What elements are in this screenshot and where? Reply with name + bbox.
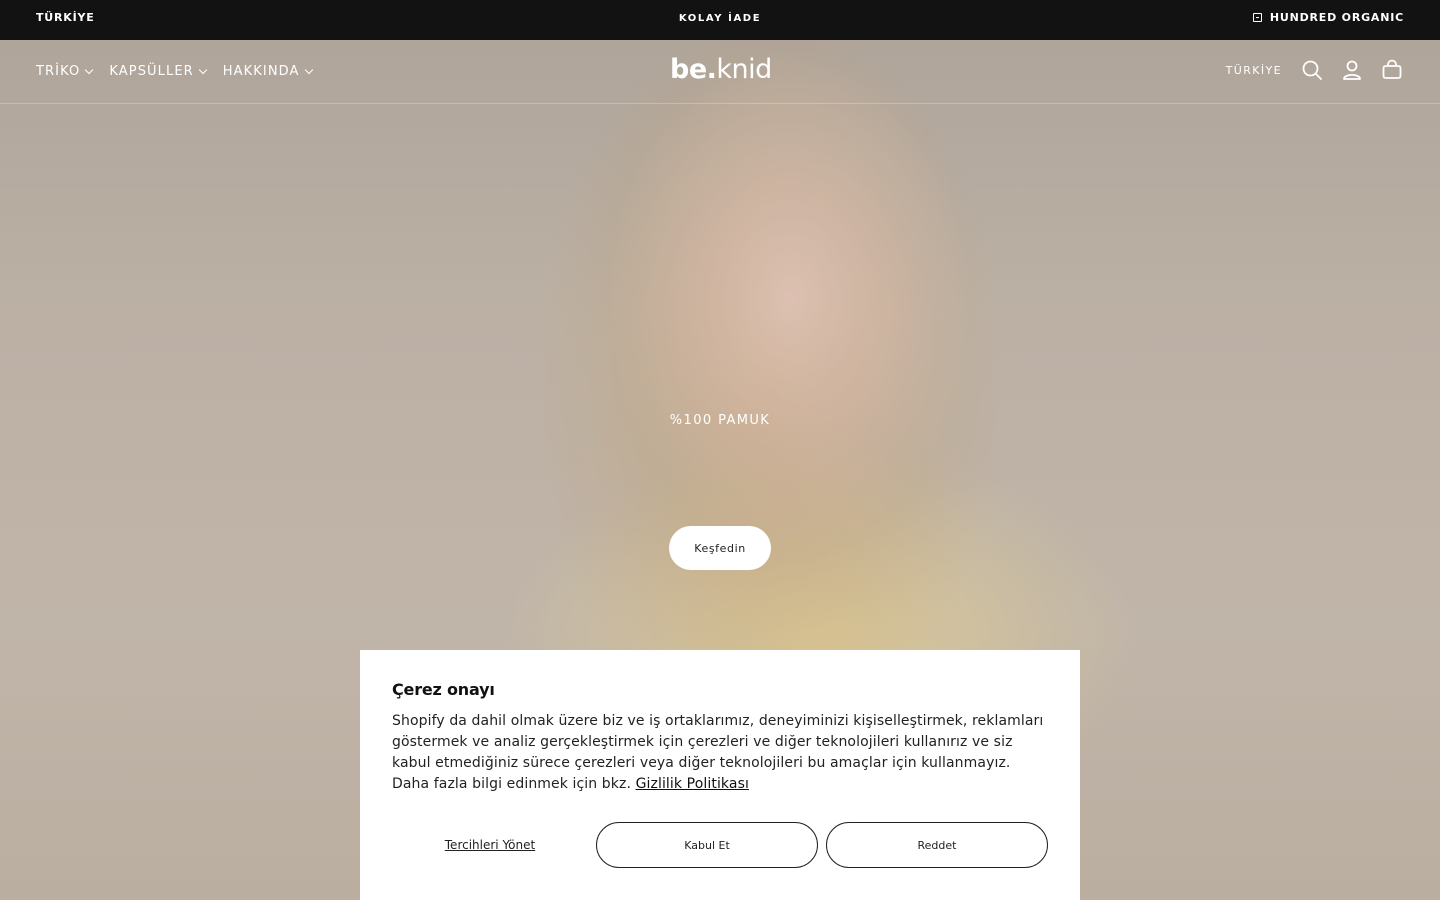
nav-item-kapsuller[interactable]: KAPSÜLLER xyxy=(109,64,208,79)
reject-button[interactable]: Reddet xyxy=(826,822,1048,868)
cookie-consent-panel: Çerez onayı Shopify da dahil olmak üzere… xyxy=(360,650,1080,900)
cookie-title: Çerez onayı xyxy=(392,680,495,699)
cookie-body: Shopify da dahil olmak üzere biz ve iş o… xyxy=(392,711,1048,795)
cart-icon[interactable] xyxy=(1380,58,1404,82)
site-logo[interactable]: be.knid xyxy=(670,54,772,85)
chevron-down-icon xyxy=(198,65,208,74)
nav-item-hakkinda[interactable]: HAKKINDA xyxy=(222,64,313,79)
announcement-right-label: HUNDRED ORGANIC xyxy=(1269,11,1404,24)
hero-subtitle: %100 PAMUK xyxy=(669,413,771,428)
accept-button[interactable]: Kabul Et xyxy=(596,822,818,868)
discover-button[interactable]: Keşfedin xyxy=(669,526,771,570)
nav-item-label: KAPSÜLLER xyxy=(109,64,194,79)
nav-item-triko[interactable]: TRİKO xyxy=(36,64,94,79)
nav-item-label: HAKKINDA xyxy=(222,64,300,79)
search-icon[interactable] xyxy=(1300,58,1324,82)
announcement-bar: TÜRKİYE KOLAY İADE HUNDRED ORGANIC xyxy=(0,0,1440,40)
header-actions: TÜRKİYE xyxy=(1226,58,1404,82)
logo-light: knid xyxy=(716,54,772,85)
chevron-down-icon xyxy=(85,65,94,74)
manage-preferences-link[interactable]: Tercihleri Yönet xyxy=(392,822,588,868)
tag-icon xyxy=(1252,13,1262,22)
announcement-message: KOLAY İADE xyxy=(678,13,762,24)
chevron-down-icon xyxy=(304,65,313,74)
nav-item-label: TRİKO xyxy=(36,64,81,79)
site-header: TRİKO KAPSÜLLER HAKKINDA be.knid TÜRKİYE xyxy=(0,40,1440,104)
announcement-right[interactable]: HUNDRED ORGANIC xyxy=(1252,11,1404,24)
logo-bold: be. xyxy=(670,54,717,85)
account-icon[interactable] xyxy=(1340,58,1364,82)
privacy-policy-link[interactable]: Gizlilik Politikası xyxy=(636,776,749,792)
country-selector[interactable]: TÜRKİYE xyxy=(1226,64,1282,77)
cookie-actions: Tercihleri Yönet Kabul Et Reddet xyxy=(392,822,1048,868)
main-nav: TRİKO KAPSÜLLER HAKKINDA xyxy=(36,64,313,79)
